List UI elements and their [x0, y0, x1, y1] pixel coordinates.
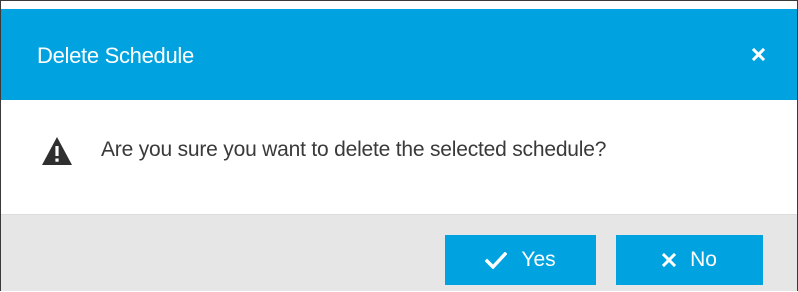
- no-button-label: No: [690, 248, 717, 271]
- confirmation-message: Are you sure you want to delete the sele…: [101, 138, 607, 161]
- yes-button[interactable]: Yes: [445, 235, 596, 285]
- dialog-body: Are you sure you want to delete the sele…: [1, 100, 797, 214]
- warning-icon: [42, 137, 72, 165]
- delete-schedule-dialog: Delete Schedule Are you sure you want to…: [1, 9, 797, 291]
- screenshot-frame: Delete Schedule Are you sure you want to…: [0, 0, 798, 291]
- dialog-title: Delete Schedule: [37, 43, 194, 68]
- close-icon: [662, 253, 677, 267]
- close-icon: [751, 47, 765, 61]
- close-button[interactable]: [745, 41, 771, 67]
- dialog-header: Delete Schedule: [1, 9, 797, 100]
- check-icon: [485, 251, 508, 269]
- dialog-footer: Yes No: [1, 214, 797, 291]
- yes-button-label: Yes: [521, 248, 556, 271]
- no-button[interactable]: No: [616, 235, 763, 285]
